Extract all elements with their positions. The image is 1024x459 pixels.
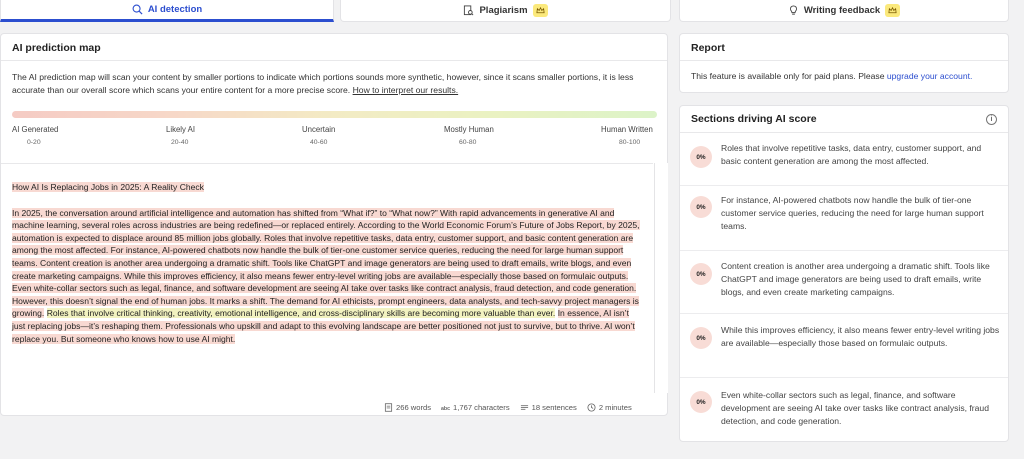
section-text: Even white-collar sectors such as legal,…: [721, 390, 989, 426]
report-title: Report: [680, 34, 1008, 61]
report-card: Report This feature is available only fo…: [679, 33, 1009, 93]
svg-text:abc: abc: [441, 405, 450, 411]
scale-range: 0-20: [27, 139, 41, 146]
sentence-count: 18 sentences: [531, 402, 577, 412]
word-count: 266 words: [396, 402, 432, 412]
scale-range: 40-60: [310, 139, 328, 146]
scale-label-human-written: Human Written: [601, 125, 653, 134]
tab-label: Plagiarism: [479, 5, 528, 16]
section-item[interactable]: 0% While this improves efficiency, it al…: [680, 314, 1008, 378]
scale-range: 80-100: [619, 139, 641, 146]
section-text: While this improves efficiency, it also …: [721, 325, 1000, 348]
tab-plagiarism[interactable]: Plagiarism: [340, 0, 671, 22]
content-scrollbar[interactable]: [654, 163, 668, 393]
tab-writing-feedback[interactable]: Writing feedback: [679, 0, 1009, 22]
prediction-map-description: The AI prediction map will scan your con…: [1, 61, 667, 97]
tab-label: Writing feedback: [803, 5, 881, 16]
description-text: The AI prediction map will scan your con…: [12, 72, 634, 95]
document-icon: [384, 402, 393, 412]
reading-time: 2 minutes: [598, 402, 632, 412]
crown-icon: [885, 4, 901, 17]
tab-ai-detection[interactable]: AI detection: [0, 0, 334, 22]
scale-label-likely-ai: Likely AI: [166, 125, 196, 134]
character-count: 1,767 characters: [453, 402, 510, 412]
section-text: Roles that involve repetitive tasks, dat…: [721, 143, 982, 166]
lightbulb-icon: [789, 5, 797, 15]
scale-label-uncertain: Uncertain: [302, 125, 336, 134]
crown-icon: [532, 4, 548, 17]
sentences-icon: [520, 404, 528, 410]
section-item[interactable]: 0% Roles that involve repetitive tasks, …: [680, 134, 1008, 186]
report-message: This feature is available only for paid …: [680, 61, 1008, 91]
article-title: How AI Is Replacing Jobs in 2025: A Real…: [12, 182, 204, 192]
mixed-highlight-segment: Roles that involve critical thinking, cr…: [46, 308, 556, 319]
text-stats: 266 words abc 1,767 characters 18 senten…: [384, 402, 632, 412]
section-text: For instance, AI-powered chatbots now ha…: [721, 195, 984, 231]
ai-detect-icon: [132, 4, 143, 15]
document-search-icon: [464, 5, 474, 16]
score-badge: 0%: [690, 146, 712, 168]
prediction-map-title: AI prediction map: [1, 34, 667, 61]
scale-label-ai-generated: AI Generated: [12, 125, 59, 134]
sections-card: Sections driving AI score i 0% Roles tha…: [679, 105, 1009, 442]
score-badge: 0%: [690, 327, 712, 349]
scale-range: 60-80: [459, 139, 477, 146]
score-badge: 0%: [690, 263, 712, 285]
sections-title: Sections driving AI score: [691, 113, 817, 125]
ai-highlight-segment: In 2025, the conversation around artific…: [12, 207, 640, 319]
section-item[interactable]: 0% For instance, AI-powered chatbots now…: [680, 186, 1008, 251]
clock-icon: [587, 402, 596, 412]
tab-label: AI detection: [147, 4, 203, 15]
scale-range: 20-40: [171, 139, 189, 146]
score-gradient-bar: [12, 111, 657, 118]
section-item[interactable]: 0% Content creation is another area unde…: [680, 251, 1008, 314]
article-content[interactable]: How AI Is Replacing Jobs in 2025: A Real…: [1, 163, 653, 393]
interpret-results-link[interactable]: How to interpret our results.: [353, 85, 459, 95]
scale-label-mostly-human: Mostly Human: [444, 125, 494, 134]
score-badge: 0%: [690, 391, 712, 413]
characters-icon: abc: [441, 405, 450, 411]
section-text: Content creation is another area undergo…: [721, 261, 990, 297]
info-icon[interactable]: i: [986, 113, 997, 125]
section-item[interactable]: 0% Even white-collar sectors such as leg…: [680, 378, 1008, 442]
report-text: This feature is available only for paid …: [691, 71, 885, 81]
upgrade-account-link[interactable]: upgrade your account.: [887, 71, 973, 81]
score-badge: 0%: [690, 196, 712, 218]
